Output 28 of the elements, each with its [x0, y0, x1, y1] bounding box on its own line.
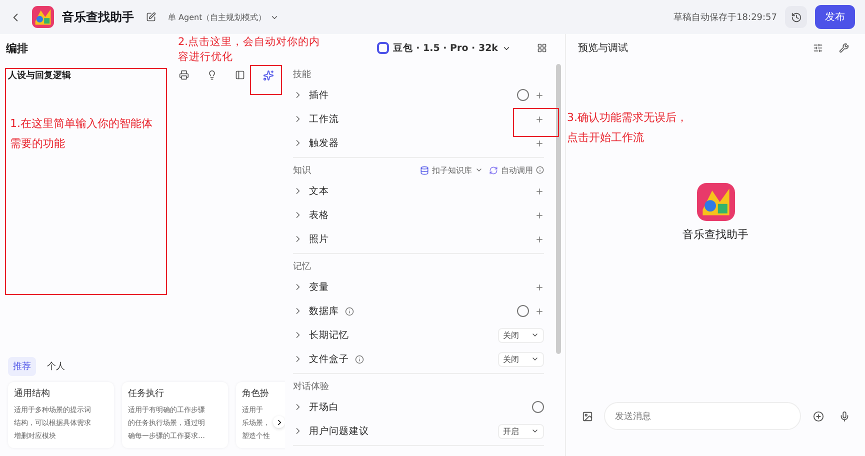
prompt-title: 人设与回复逻辑: [8, 69, 71, 82]
feature-label: 表格: [309, 208, 329, 222]
app-title: 音乐查找助手: [62, 8, 134, 26]
feature-label: 变量: [309, 280, 329, 294]
panel-title: 编排: [6, 40, 28, 56]
feature-label: 插件: [309, 88, 329, 102]
section-title: 技能: [293, 68, 311, 80]
feature-label: 照片: [309, 232, 329, 246]
feature-label: 开场白: [309, 400, 339, 414]
card-title: 角色扮: [242, 388, 270, 400]
section-title: 对话体验: [293, 380, 329, 392]
feature-label: 数据库: [309, 304, 339, 318]
feature-label: 文件盒子: [309, 352, 349, 366]
bot-name: 音乐查找助手: [682, 226, 748, 242]
annotation-text: 3.确认功能需求无误后，点击开始工作流: [567, 110, 688, 146]
annotation-text: 1.在这里简单输入你的智能体需要的功能: [10, 116, 154, 152]
feature-label: 文本: [309, 184, 329, 198]
preview-title: 预览与调试: [578, 42, 628, 55]
feature-label: 长期记忆: [309, 328, 349, 342]
annotation-text: 2.点击这里，会自动对你的内容进行优化: [178, 35, 322, 65]
feature-label: 工作流: [309, 112, 339, 126]
card-title: 通用结构: [14, 388, 51, 400]
save-status: 草稿自动保存于18:29:57: [674, 12, 777, 24]
feature-label: 触发器: [309, 136, 339, 150]
section-title: 记忆: [293, 260, 311, 272]
feature-label: 用户问题建议: [309, 424, 369, 438]
section-title: 知识: [293, 164, 311, 176]
card-title: 任务执行: [128, 388, 165, 400]
